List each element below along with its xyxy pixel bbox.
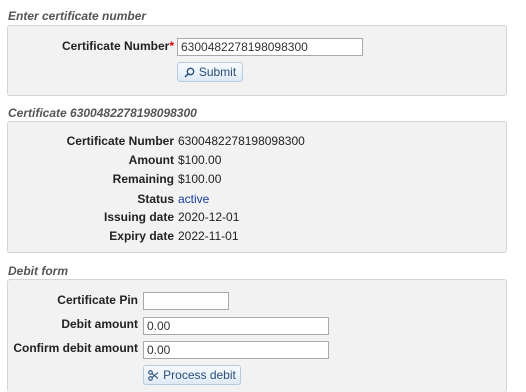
issuing-date-label: Issuing date (103, 210, 174, 224)
required-mark: * (169, 39, 174, 53)
remaining-value: $100.00 (178, 172, 222, 186)
expiry-date-value: 2022-11-01 (178, 229, 239, 243)
certificate-number-label: Certificate Number* (8, 39, 174, 53)
certificate-section-title: Certificate 6300482278198098300 (8, 106, 197, 120)
debit-section-title: Debit form (8, 264, 68, 278)
search-icon (184, 67, 195, 78)
submit-button[interactable]: Submit (177, 62, 243, 82)
cert-number-value: 6300482278198098300 (178, 134, 305, 148)
debit-panel: Certificate Pin Debit amount Confirm deb… (7, 279, 507, 392)
pin-label: Certificate Pin (57, 293, 138, 307)
lookup-panel: Certificate Number* Submit (7, 25, 507, 96)
amount-label: Amount (128, 153, 174, 167)
debit-amount-input[interactable] (143, 317, 329, 335)
certificate-pin-input[interactable] (143, 292, 229, 310)
debit-amount-label: Debit amount (61, 317, 138, 331)
cert-number-label: Certificate Number (66, 134, 174, 148)
certificate-panel: Certificate Number 6300482278198098300 A… (7, 121, 507, 253)
confirm-debit-label: Confirm debit amount (13, 341, 138, 355)
lookup-section-title: Enter certificate number (8, 9, 147, 23)
amount-value: $100.00 (178, 153, 222, 167)
submit-button-label: Submit (198, 65, 237, 79)
certificate-number-label-text: Certificate Number (61, 39, 170, 53)
issuing-date-value: 2020-12-01 (178, 210, 240, 224)
confirm-debit-input[interactable] (143, 341, 329, 359)
status-label: Status (137, 192, 174, 206)
process-debit-button[interactable]: Process debit (143, 365, 241, 385)
certificate-number-input[interactable] (177, 38, 363, 56)
status-value: active (178, 192, 210, 206)
expiry-date-label: Expiry date (109, 229, 174, 243)
scissors-icon (148, 369, 159, 381)
remaining-label: Remaining (112, 172, 174, 186)
process-debit-label: Process debit (163, 368, 236, 382)
